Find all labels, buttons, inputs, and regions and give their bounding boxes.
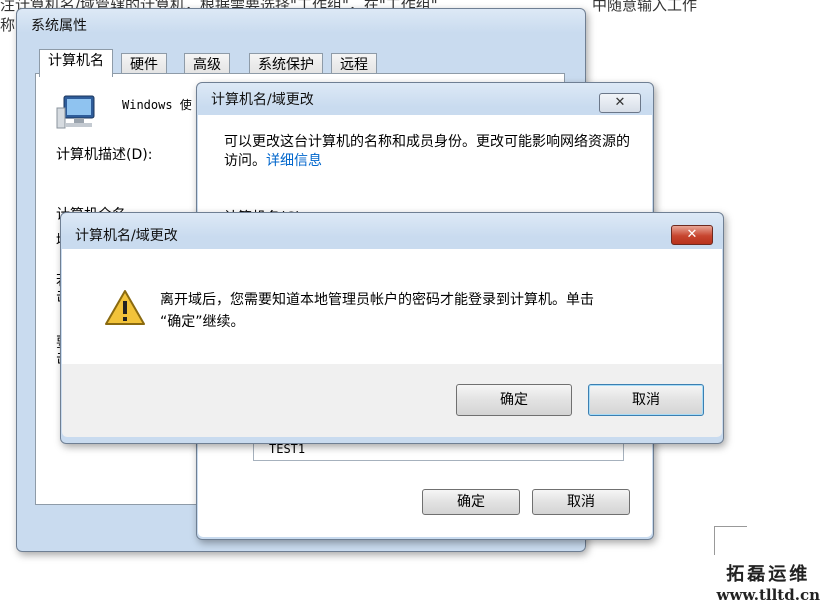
alert-message-line2: “确定”继续。 bbox=[160, 314, 245, 330]
domain-change-intro: 可以更改这台计算机的名称和成员身份。更改可能影响网络资源的访问。详细信息 bbox=[224, 133, 634, 171]
alert-cancel-button[interactable]: 取消 bbox=[588, 384, 704, 416]
domain-change-title: 计算机名/域更改 bbox=[211, 92, 314, 108]
background-text-line1-right: 中随意输入工作 bbox=[592, 0, 698, 14]
computer-description-label: 计算机描述(D): bbox=[56, 147, 153, 163]
alert-dialog: 计算机名/域更改 ✕ 离开域后，您需要知道本地管理员帐户的密码才能登录到计算机。… bbox=[60, 212, 724, 444]
close-icon[interactable]: ✕ bbox=[599, 93, 641, 113]
watermark-url: www.tlltd.cn bbox=[716, 586, 820, 604]
domain-cancel-button[interactable]: 取消 bbox=[532, 489, 630, 515]
domain-ok-button[interactable]: 确定 bbox=[422, 489, 520, 515]
watermark-logo: 拓磊运维 www.tlltd.cn bbox=[717, 560, 820, 604]
windows-description-text: Windows 使 bbox=[122, 98, 192, 112]
alert-message: 离开域后，您需要知道本地管理员帐户的密码才能登录到计算机。单击 “确定”继续。 bbox=[160, 289, 594, 333]
computer-icon bbox=[56, 95, 95, 129]
watermark-brand: 拓磊运维 bbox=[726, 564, 811, 585]
alert-title: 计算机名/域更改 bbox=[75, 228, 178, 244]
system-properties-title: 系统属性 bbox=[31, 18, 87, 34]
warning-icon bbox=[105, 290, 145, 325]
details-link[interactable]: 详细信息 bbox=[266, 153, 322, 169]
background-text-line2: 称 bbox=[0, 16, 16, 34]
alert-ok-button[interactable]: 确定 bbox=[456, 384, 572, 416]
tab-computer-name[interactable]: 计算机名 bbox=[39, 49, 113, 77]
close-icon[interactable]: ✕ bbox=[671, 225, 713, 245]
alert-message-line1: 离开域后，您需要知道本地管理员帐户的密码才能登录到计算机。单击 bbox=[160, 292, 594, 308]
alert-body: 离开域后，您需要知道本地管理员帐户的密码才能登录到计算机。单击 “确定”继续。 bbox=[62, 249, 722, 364]
corner-mark bbox=[714, 526, 747, 555]
alert-footer: 确定 取消 bbox=[62, 364, 722, 437]
